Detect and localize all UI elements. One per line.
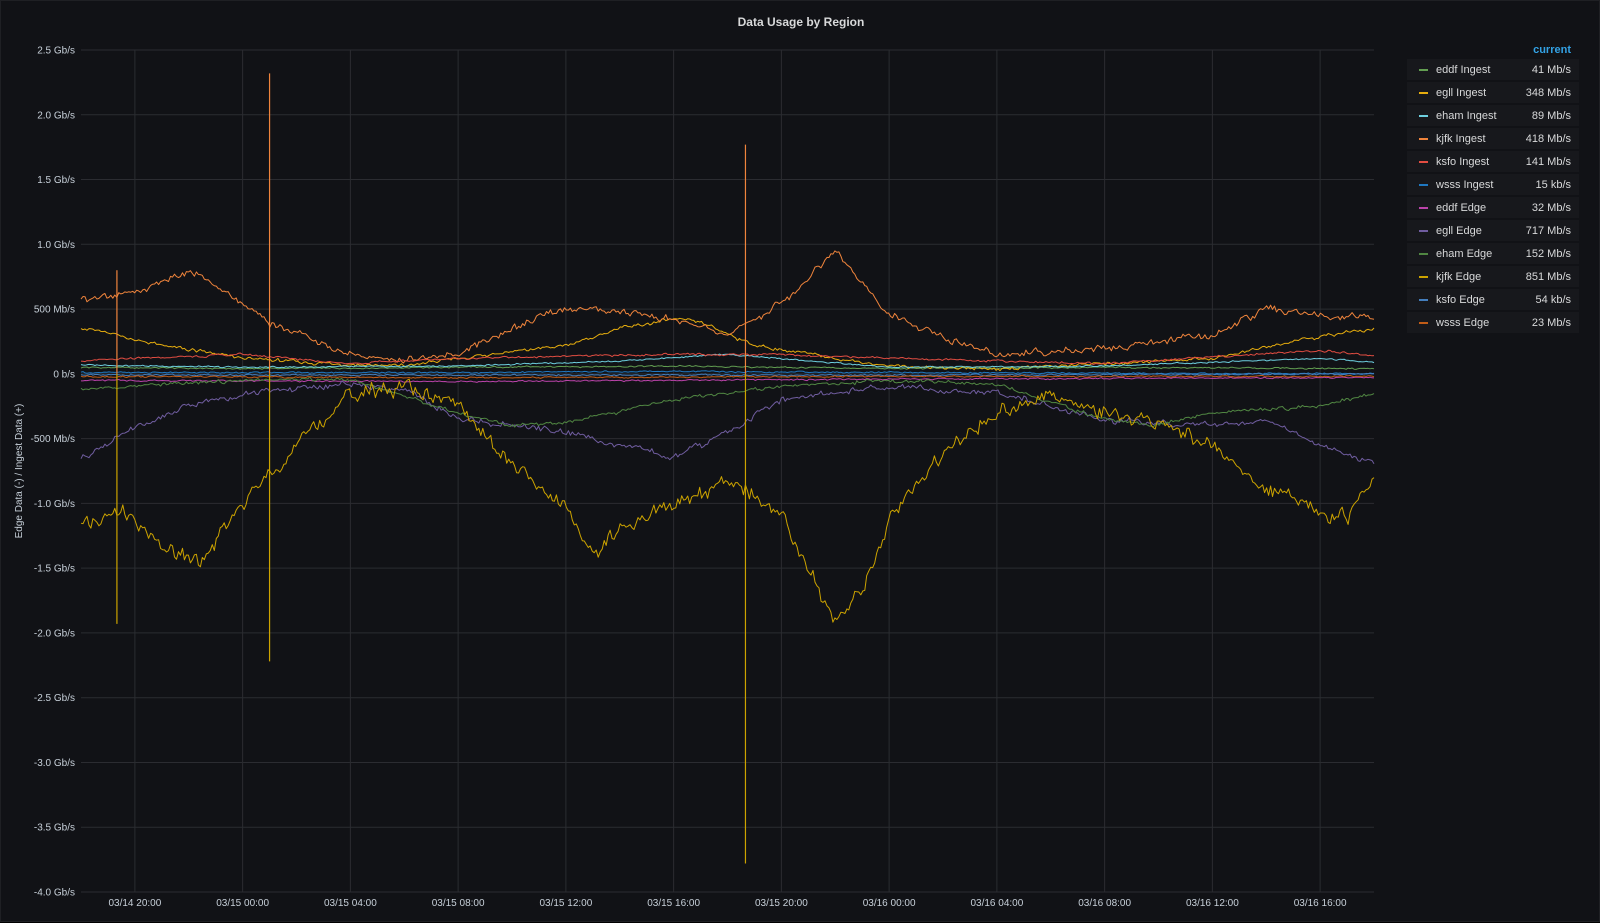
legend-current-value: 141 Mb/s — [1525, 155, 1571, 168]
legend-swatch — [1419, 114, 1428, 117]
legend-item[interactable]: eham Edge 152 Mb/s — [1407, 243, 1579, 264]
legend-item[interactable]: eddf Ingest 41 Mb/s — [1407, 59, 1579, 80]
x-tick-label: 03/16 12:00 — [1186, 898, 1239, 909]
legend-current-value: 851 Mb/s — [1525, 270, 1571, 283]
legend-swatch — [1419, 206, 1428, 209]
y-tick-label: 2.0 Gb/s — [37, 110, 75, 121]
y-tick-label: -4.0 Gb/s — [34, 888, 75, 899]
x-tick-label: 03/15 16:00 — [647, 898, 700, 909]
x-tick-label: 03/16 00:00 — [863, 898, 916, 909]
legend-swatch — [1419, 183, 1428, 186]
legend-current-value: 54 kb/s — [1535, 293, 1571, 306]
legend-swatch — [1419, 321, 1428, 324]
y-tick-label: 1.5 Gb/s — [37, 175, 75, 186]
legend-series-name[interactable]: eddf Ingest — [1436, 64, 1532, 76]
y-tick-label: -500 Mb/s — [31, 434, 75, 445]
legend-current-value: 152 Mb/s — [1525, 247, 1571, 260]
legend: current eddf Ingest 41 Mb/s egll Ingest 348… — [1407, 41, 1579, 335]
legend-item[interactable]: kjfk Ingest 418 Mb/s — [1407, 128, 1579, 149]
legend-current-header[interactable]: current — [1407, 41, 1579, 59]
x-tick-label: 03/15 20:00 — [755, 898, 808, 909]
series-line-egll-edge[interactable] — [80, 380, 1375, 465]
series-line-kjfk-edge[interactable] — [80, 378, 1375, 623]
legend-swatch — [1419, 160, 1428, 163]
x-tick-label: 03/15 04:00 — [324, 898, 377, 909]
legend-item[interactable]: kjfk Edge 851 Mb/s — [1407, 266, 1579, 287]
x-tick-label: 03/16 16:00 — [1294, 898, 1347, 909]
y-tick-label: 0 b/s — [53, 369, 75, 380]
legend-series-name[interactable]: ksfo Edge — [1436, 294, 1536, 306]
y-tick-label: 500 Mb/s — [34, 305, 75, 316]
y-tick-label: -3.0 Gb/s — [34, 758, 75, 769]
legend-swatch — [1419, 137, 1428, 140]
x-tick-label: 03/15 12:00 — [539, 898, 592, 909]
legend-current-value: 348 Mb/s — [1525, 86, 1571, 99]
legend-swatch — [1419, 91, 1428, 94]
legend-series-name[interactable]: wsss Edge — [1436, 317, 1532, 329]
legend-swatch — [1419, 229, 1428, 232]
x-tick-label: 03/15 08:00 — [432, 898, 485, 909]
legend-current-value: 32 Mb/s — [1531, 201, 1571, 214]
legend-series-name[interactable]: eham Edge — [1436, 248, 1526, 260]
x-tick-label: 03/14 20:00 — [108, 898, 161, 909]
legend-item[interactable]: egll Ingest 348 Mb/s — [1407, 82, 1579, 103]
x-tick-label: 03/15 00:00 — [216, 898, 269, 909]
legend-item[interactable]: eddf Edge 32 Mb/s — [1407, 197, 1579, 218]
legend-item[interactable]: ksfo Ingest 141 Mb/s — [1407, 151, 1579, 172]
y-tick-label: 2.5 Gb/s — [37, 46, 75, 57]
y-tick-label: -3.5 Gb/s — [34, 823, 75, 834]
series-line-eddf-ingest[interactable] — [80, 364, 1375, 370]
legend-item[interactable]: wsss Ingest 15 kb/s — [1407, 174, 1579, 195]
y-axis-label: Edge Data (-) / Ingest Data (+) — [14, 404, 25, 539]
legend-current-value: 717 Mb/s — [1525, 224, 1571, 237]
legend-swatch — [1419, 68, 1428, 71]
legend-series-name[interactable]: kjfk Edge — [1436, 271, 1526, 283]
series-line-ksfo-ingest[interactable] — [80, 349, 1375, 365]
legend-current-value: 89 Mb/s — [1531, 109, 1571, 122]
legend-current-value: 15 kb/s — [1535, 178, 1571, 191]
x-tick-label: 03/16 08:00 — [1078, 898, 1131, 909]
legend-current-value: 418 Mb/s — [1525, 132, 1571, 145]
legend-series-name[interactable]: egll Ingest — [1436, 87, 1526, 99]
legend-series-name[interactable]: wsss Ingest — [1436, 179, 1536, 191]
legend-swatch — [1419, 298, 1428, 301]
y-tick-label: -1.5 Gb/s — [34, 564, 75, 575]
y-tick-label: -2.0 Gb/s — [34, 628, 75, 639]
graph-panel: Data Usage by Region 2.5 Gb/s 2.0 Gb/s 1.5… — [0, 0, 1600, 922]
legend-series-name[interactable]: eddf Edge — [1436, 202, 1532, 214]
legend-item[interactable]: eham Ingest 89 Mb/s — [1407, 105, 1579, 126]
legend-series-name[interactable]: eham Ingest — [1436, 110, 1532, 122]
legend-swatch — [1419, 275, 1428, 278]
y-tick-label: -1.0 Gb/s — [34, 499, 75, 510]
series-line-eham-edge[interactable] — [80, 376, 1375, 428]
y-tick-label: 1.0 Gb/s — [37, 240, 75, 251]
legend-item[interactable]: wsss Edge 23 Mb/s — [1407, 312, 1579, 333]
legend-swatch — [1419, 252, 1428, 255]
legend-current-value: 41 Mb/s — [1531, 63, 1571, 76]
series-line-kjfk-ingest[interactable] — [80, 250, 1375, 364]
legend-series-name[interactable]: egll Edge — [1436, 225, 1526, 237]
legend-series-name[interactable]: ksfo Ingest — [1436, 156, 1526, 168]
legend-item[interactable]: egll Edge 717 Mb/s — [1407, 220, 1579, 241]
y-tick-label: -2.5 Gb/s — [34, 693, 75, 704]
legend-current-value: 23 Mb/s — [1531, 316, 1571, 329]
legend-series-name[interactable]: kjfk Ingest — [1436, 133, 1526, 145]
line-chart[interactable]: 2.5 Gb/s 2.0 Gb/s 1.5 Gb/s 1.0 Gb/s 500 Mb/s… — [1, 1, 1600, 923]
legend-item[interactable]: ksfo Edge 54 kb/s — [1407, 289, 1579, 310]
x-tick-label: 03/16 04:00 — [970, 898, 1023, 909]
